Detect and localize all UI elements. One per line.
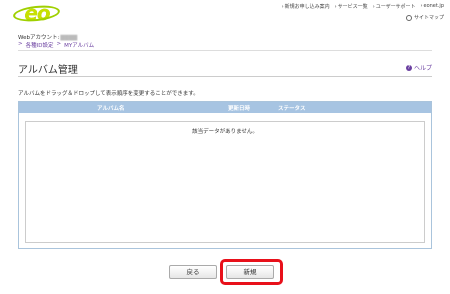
nav-user-support[interactable]: ユーザーサポート <box>373 3 416 10</box>
highlight-box <box>220 259 283 285</box>
instruction-text: アルバムをドラッグ＆ドロップして表示順序を変更することができます。 <box>18 91 199 97</box>
page-title: アルバム管理 <box>18 65 78 76</box>
sitemap-link[interactable]: サイトマップ <box>405 14 444 21</box>
album-table: アルバム名 更新日時 ステータス 該当データがありません。 <box>18 101 432 249</box>
breadcrumb-id-settings[interactable]: 各種ID設定 <box>26 41 54 49</box>
breadcrumb-separator: > <box>56 41 62 47</box>
album-list-area: 該当データがありません。 <box>25 121 425 243</box>
column-updated: 更新日時 <box>228 106 251 112</box>
back-button[interactable]: 戻る <box>169 265 217 279</box>
sitemap-label: サイトマップ <box>413 15 444 21</box>
divider <box>18 76 432 77</box>
table-header: アルバム名 更新日時 ステータス <box>19 102 431 113</box>
breadcrumb: > 各種ID設定 > MYアルバム <box>18 41 94 49</box>
logo-ring <box>12 3 61 24</box>
nav-new-application[interactable]: 新規お申し込み案内 <box>282 3 330 10</box>
breadcrumb-my-album[interactable]: MYアルバム <box>64 41 94 49</box>
eo-logo[interactable]: eo <box>12 1 61 25</box>
empty-message: 該当データがありません。 <box>192 129 258 135</box>
divider <box>18 50 432 51</box>
nav-eonet[interactable]: eonet.jp <box>421 3 445 10</box>
top-nav: 新規お申し込み案内 サービス一覧 ユーザーサポート eonet.jp <box>282 3 444 10</box>
help-link[interactable]: ? ヘルプ <box>405 63 432 72</box>
sitemap-icon <box>405 14 412 21</box>
column-status: ステータス <box>278 106 306 112</box>
account-info: Webアカウント:▇▇▇▇ <box>18 33 77 41</box>
nav-service-list[interactable]: サービス一覧 <box>335 3 368 10</box>
column-album-name: アルバム名 <box>97 106 125 112</box>
help-icon: ? <box>405 64 412 71</box>
breadcrumb-separator: > <box>18 41 23 47</box>
help-label: ヘルプ <box>413 65 432 72</box>
